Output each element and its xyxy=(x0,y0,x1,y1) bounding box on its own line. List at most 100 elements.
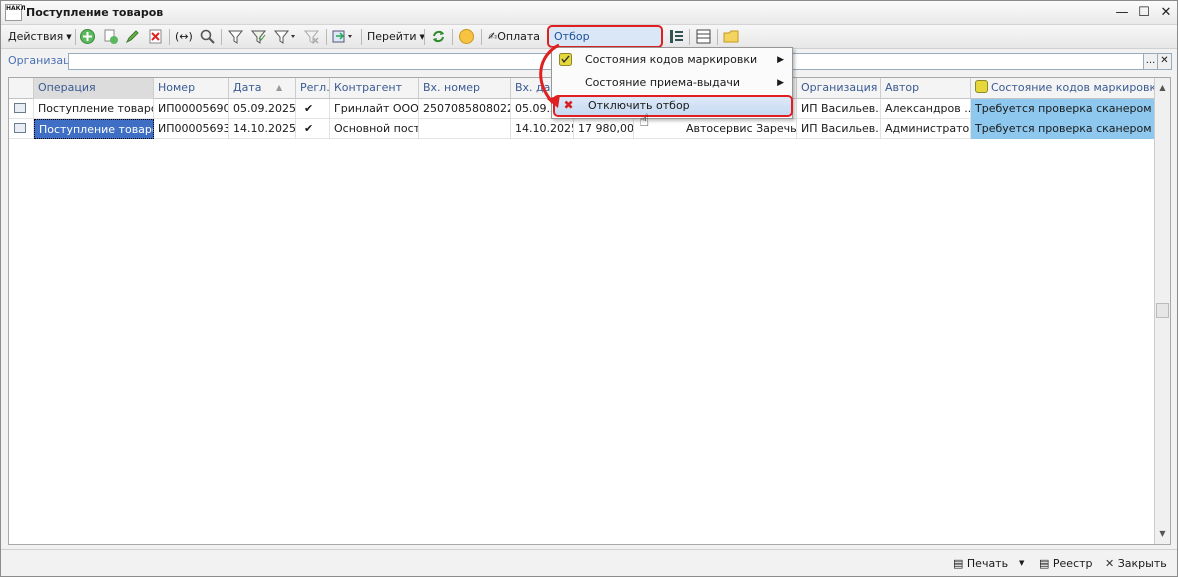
minimize-button[interactable]: — xyxy=(1113,4,1131,22)
cell-organization[interactable]: ИП Васильев... xyxy=(797,119,881,139)
cell-sum[interactable]: 17 980,00 xyxy=(574,119,634,139)
hand-cursor-icon: ☝ xyxy=(639,111,650,131)
print-dropdown-icon[interactable]: ▼ xyxy=(1019,555,1024,572)
cell-counterparty[interactable]: Основной пост... xyxy=(330,119,419,139)
toolbar-separator xyxy=(424,29,425,45)
registry-icon: ▤ xyxy=(1039,557,1050,570)
cell-marking-state[interactable]: Требуется проверка сканером xyxy=(971,119,1155,139)
cell-number[interactable]: ИП00005693 xyxy=(154,119,229,139)
column-header-regl[interactable]: Регл. xyxy=(296,78,330,99)
list-settings-icon[interactable] xyxy=(695,28,712,45)
marking-code-icon xyxy=(975,80,988,93)
cell-operation[interactable]: Поступление товаров xyxy=(34,99,154,119)
scroll-down-icon[interactable]: ▼ xyxy=(1155,526,1170,542)
print-label: Печать xyxy=(966,557,1009,570)
column-header-marking-state[interactable]: Состояние кодов маркировки xyxy=(971,78,1155,99)
print-button[interactable]: ▤ Печать xyxy=(953,555,1008,572)
edit-icon[interactable] xyxy=(124,28,141,45)
toolbar-separator xyxy=(689,29,690,45)
scroll-thumb[interactable] xyxy=(1156,303,1169,318)
column-header-date-label: Дата xyxy=(233,81,262,94)
add-icon[interactable] xyxy=(79,28,96,45)
document-row-icon xyxy=(14,123,26,133)
column-header-number[interactable]: Номер xyxy=(154,78,229,99)
toolbar-separator xyxy=(717,29,718,45)
clear-filter-icon[interactable] xyxy=(303,28,320,45)
submenu-arrow-icon: ▶ xyxy=(777,55,784,65)
cell-author[interactable]: Администрато... xyxy=(881,119,971,139)
filter-icon[interactable] xyxy=(227,28,244,45)
maximize-button[interactable]: ☐ xyxy=(1135,4,1153,22)
column-header-author[interactable]: Автор xyxy=(881,78,971,99)
cell-date[interactable]: 14.10.2025 xyxy=(229,119,296,139)
window-title: Поступление товаров xyxy=(26,6,164,19)
close-icon: ✕ xyxy=(1105,557,1115,570)
row-document-cell xyxy=(9,99,34,119)
cell-in-number[interactable] xyxy=(419,119,511,139)
cell-col8[interactable]: Автосервис Заречье xyxy=(634,119,797,139)
delete-icon[interactable] xyxy=(147,28,164,45)
title-bar: НАКЛ Поступление товаров — ☐ ✕ xyxy=(1,1,1177,25)
toolbar-separator xyxy=(452,29,453,45)
filter-history-icon[interactable] xyxy=(273,28,297,45)
enter-on-basis-icon[interactable] xyxy=(331,28,357,45)
cell-date[interactable]: 05.09.2025 xyxy=(229,99,296,119)
copy-icon[interactable] xyxy=(102,28,119,45)
toolbar-separator xyxy=(169,29,170,45)
sort-ascending-icon: ▲ xyxy=(276,83,283,92)
column-header-organization[interactable]: Организация xyxy=(797,78,881,99)
document-icon: НАКЛ xyxy=(5,4,26,21)
registry-label: Реестр xyxy=(1052,557,1093,570)
column-header-icon xyxy=(9,78,34,99)
payment-icon: ✍ xyxy=(488,30,498,43)
interval-icon[interactable]: (↔) xyxy=(175,28,193,45)
footer-bar: ▤ Печать ▼ ▤ Реестр ✕ Закрыть xyxy=(1,549,1177,576)
main-window: НАКЛ Поступление товаров — ☐ ✕ Действия ▼… xyxy=(0,0,1178,577)
annotation-arrow xyxy=(539,43,560,108)
column-header-operation[interactable]: Операция xyxy=(34,78,154,99)
cell-organization[interactable]: ИП Васильев... xyxy=(797,99,881,119)
refresh-icon[interactable] xyxy=(430,28,447,45)
print-icon: ▤ xyxy=(953,557,964,570)
row-document-cell xyxy=(9,119,34,139)
actions-menu-button[interactable]: Действия ▼ xyxy=(5,27,75,46)
cell-in-number[interactable]: 2507085808022 xyxy=(419,99,511,119)
folder-icon[interactable] xyxy=(723,28,740,45)
cell-number[interactable]: ИП00005690 xyxy=(154,99,229,119)
cell-marking-state[interactable]: Требуется проверка сканером xyxy=(971,99,1155,119)
submenu-arrow-icon: ▶ xyxy=(777,78,784,88)
registry-button[interactable]: ▤ Реестр xyxy=(1039,555,1093,572)
cell-author[interactable]: Александров ... xyxy=(881,99,971,119)
toolbar-separator xyxy=(221,29,222,45)
scroll-up-icon[interactable]: ▲ xyxy=(1155,80,1170,96)
close-button[interactable]: ✕ Закрыть xyxy=(1105,555,1167,572)
column-header-counterparty[interactable]: Контрагент xyxy=(330,78,419,99)
cell-regl[interactable]: ✔ xyxy=(296,119,330,139)
actions-label: Действия xyxy=(8,30,64,43)
menu-item-disable-filter[interactable]: ✖ Отключить отбор xyxy=(553,95,793,117)
toolbar-separator xyxy=(361,29,362,45)
chevron-down-icon: ▼ xyxy=(66,33,72,41)
toolbar-separator xyxy=(481,29,482,45)
filter-by-value-icon[interactable] xyxy=(250,28,267,45)
column-header-in-number[interactable]: Вх. номер xyxy=(419,78,511,99)
organization-select-button[interactable]: ... xyxy=(1143,53,1158,70)
tree-view-icon[interactable] xyxy=(668,28,685,45)
vertical-scrollbar[interactable]: ▲ ▼ xyxy=(1154,78,1170,544)
search-icon[interactable] xyxy=(199,28,216,45)
cell-operation[interactable]: Поступление товаров xyxy=(34,119,154,139)
cell-counterparty[interactable]: Гринлайт ООО xyxy=(330,99,419,119)
goto-label: Перейти xyxy=(367,30,417,43)
close-label: Закрыть xyxy=(1117,557,1167,570)
goto-menu-button[interactable]: Перейти ▼ xyxy=(364,27,428,46)
table-row[interactable]: Поступление товаров ИП00005693 14.10.202… xyxy=(9,119,1155,139)
column-header-date[interactable]: Дата ▲ xyxy=(229,78,296,99)
cell-in-date[interactable]: 14.10.2025 xyxy=(511,119,574,139)
help-icon[interactable] xyxy=(458,28,475,45)
cell-regl[interactable]: ✔ xyxy=(296,99,330,119)
organization-clear-button[interactable]: ✕ xyxy=(1157,53,1172,70)
menu-item-label: Состояния кодов маркировки xyxy=(585,53,758,66)
toolbar-separator xyxy=(75,29,76,45)
column-header-marking-state-label: Состояние кодов маркировки xyxy=(991,81,1155,94)
close-window-button[interactable]: ✕ xyxy=(1157,4,1175,22)
